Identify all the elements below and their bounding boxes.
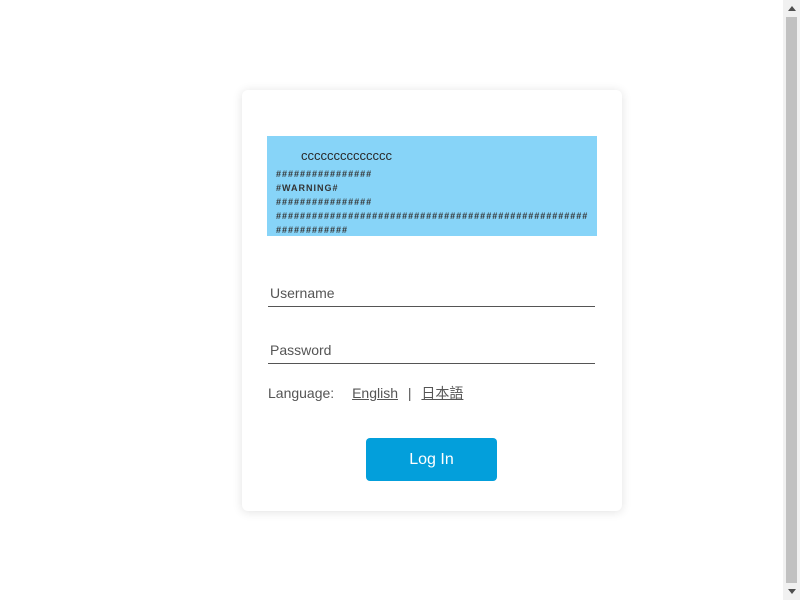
banner-line: ################: [276, 197, 373, 207]
banner-title: cccccccccccccc: [301, 148, 392, 163]
banner-line: ############: [276, 225, 349, 235]
language-english-link[interactable]: English: [352, 385, 398, 401]
language-japanese-link[interactable]: 日本語: [421, 385, 463, 401]
banner-line: ########################################…: [276, 211, 589, 221]
banner-line: #WARNING#: [276, 183, 339, 193]
username-input[interactable]: [268, 279, 595, 307]
banner-line: ################: [276, 169, 373, 179]
warning-banner: cccccccccccccc ################ #WARNING…: [267, 136, 597, 236]
login-card: cccccccccccccc ################ #WARNING…: [242, 90, 622, 511]
language-selector: Language: English | 日本語: [268, 383, 463, 403]
scroll-thumb[interactable]: [786, 17, 797, 583]
language-label: Language:: [268, 385, 335, 401]
vertical-scrollbar[interactable]: [783, 0, 800, 600]
scroll-up-arrow-icon[interactable]: [783, 0, 800, 17]
login-button[interactable]: Log In: [366, 438, 497, 481]
language-separator: |: [407, 385, 412, 401]
password-input[interactable]: [268, 336, 595, 364]
banner-text: ################ #WARNING# #############…: [276, 167, 597, 236]
login-page: cccccccccccccc ################ #WARNING…: [0, 0, 800, 600]
scroll-down-arrow-icon[interactable]: [783, 583, 800, 600]
